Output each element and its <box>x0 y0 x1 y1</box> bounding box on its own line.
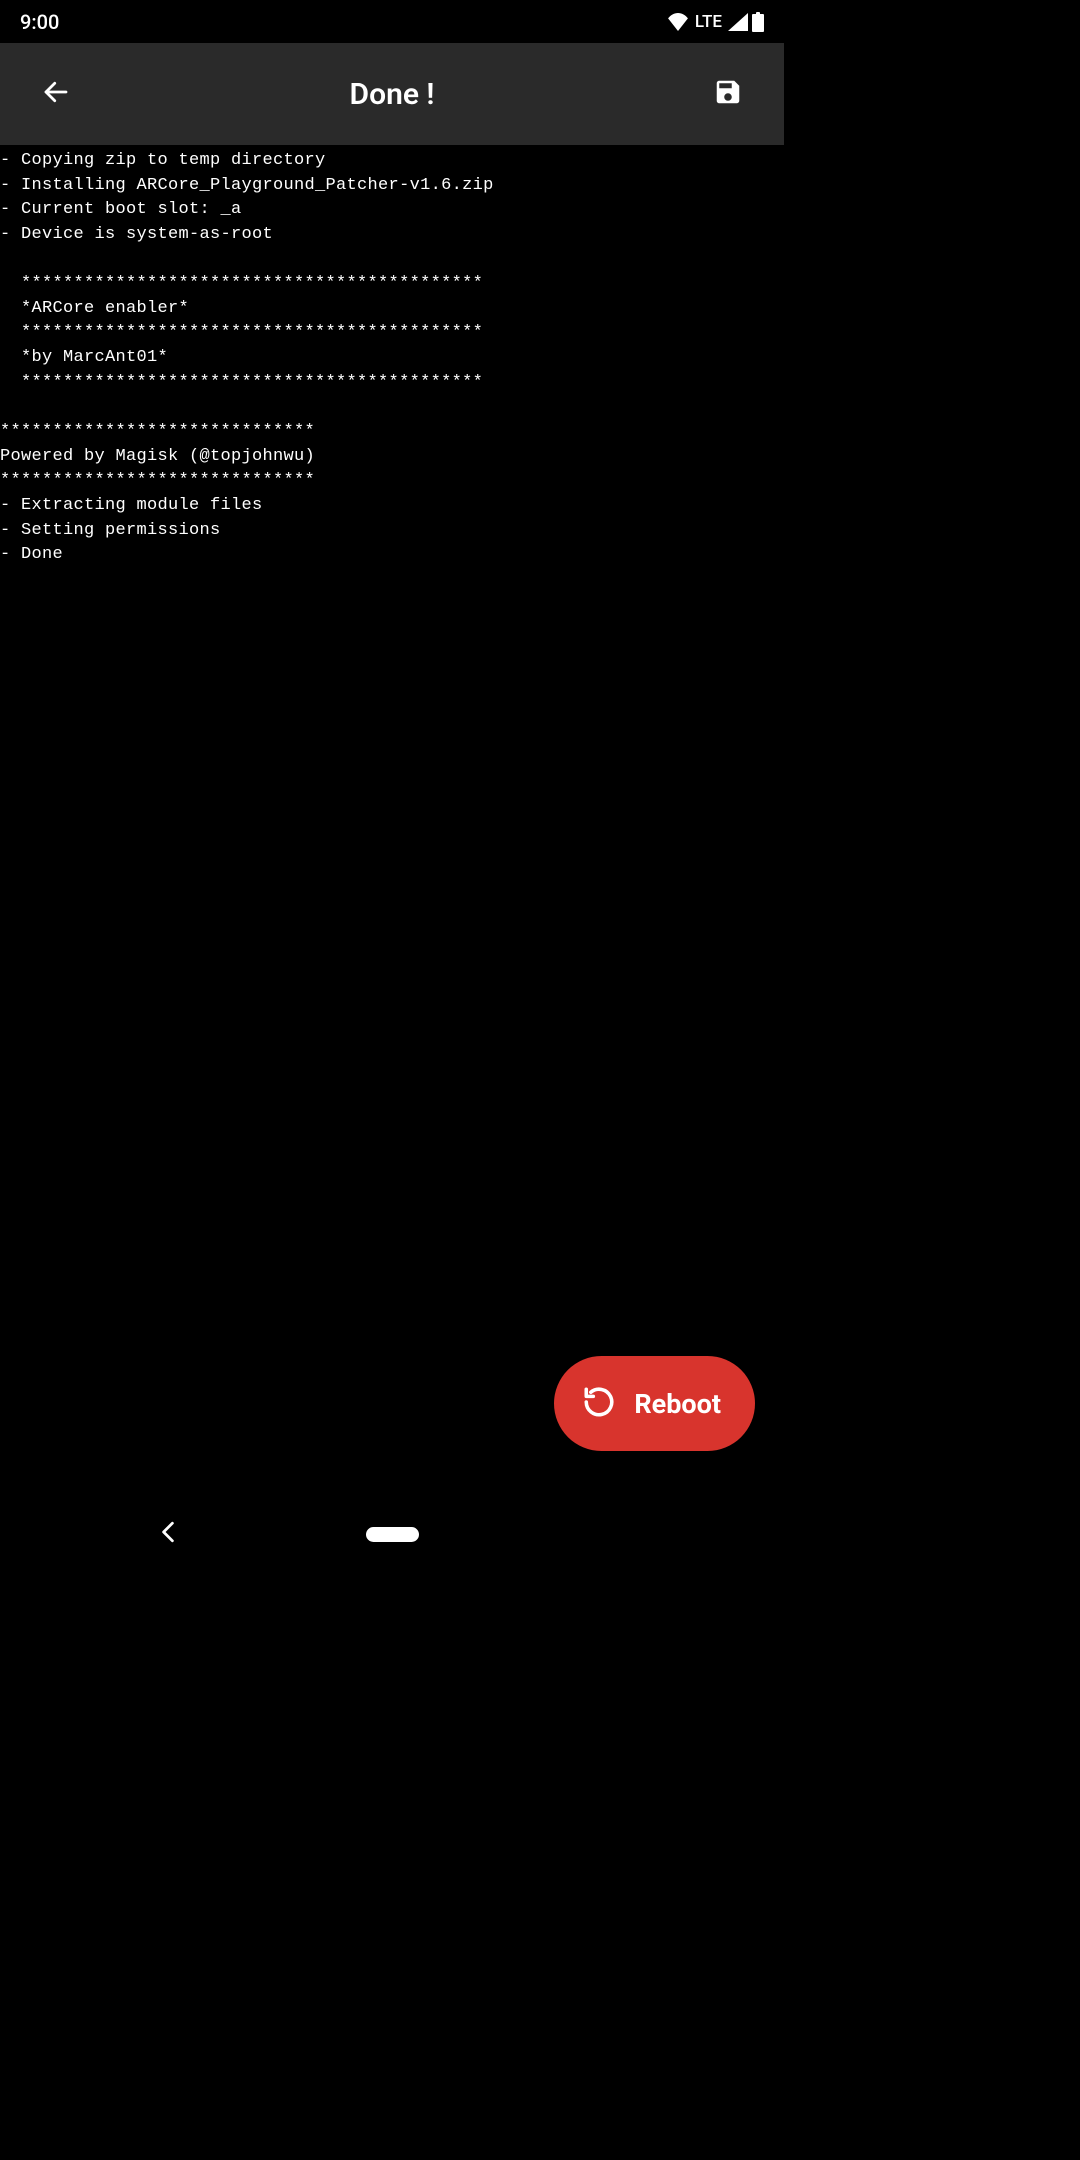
page-title: Done ! <box>76 77 708 112</box>
save-icon <box>713 77 743 111</box>
nav-home-pill[interactable] <box>366 1527 419 1542</box>
network-label: LTE <box>695 12 722 32</box>
reboot-icon <box>582 1385 616 1423</box>
reboot-label: Reboot <box>634 1388 721 1420</box>
app-bar: Done ! <box>0 43 784 145</box>
status-time: 9:00 <box>20 10 59 34</box>
back-button[interactable] <box>36 74 76 114</box>
system-nav-bar <box>0 1500 784 1568</box>
arrow-left-icon <box>41 77 71 111</box>
install-log: - Copying zip to temp directory - Instal… <box>0 145 784 568</box>
status-bar: 9:00 LTE <box>0 0 784 43</box>
reboot-button[interactable]: Reboot <box>554 1356 755 1451</box>
wifi-icon <box>667 13 689 31</box>
signal-icon <box>728 13 748 31</box>
save-button[interactable] <box>708 74 748 114</box>
nav-back-button[interactable] <box>160 1521 176 1547</box>
status-icons: LTE <box>667 12 764 32</box>
battery-icon <box>752 12 764 32</box>
